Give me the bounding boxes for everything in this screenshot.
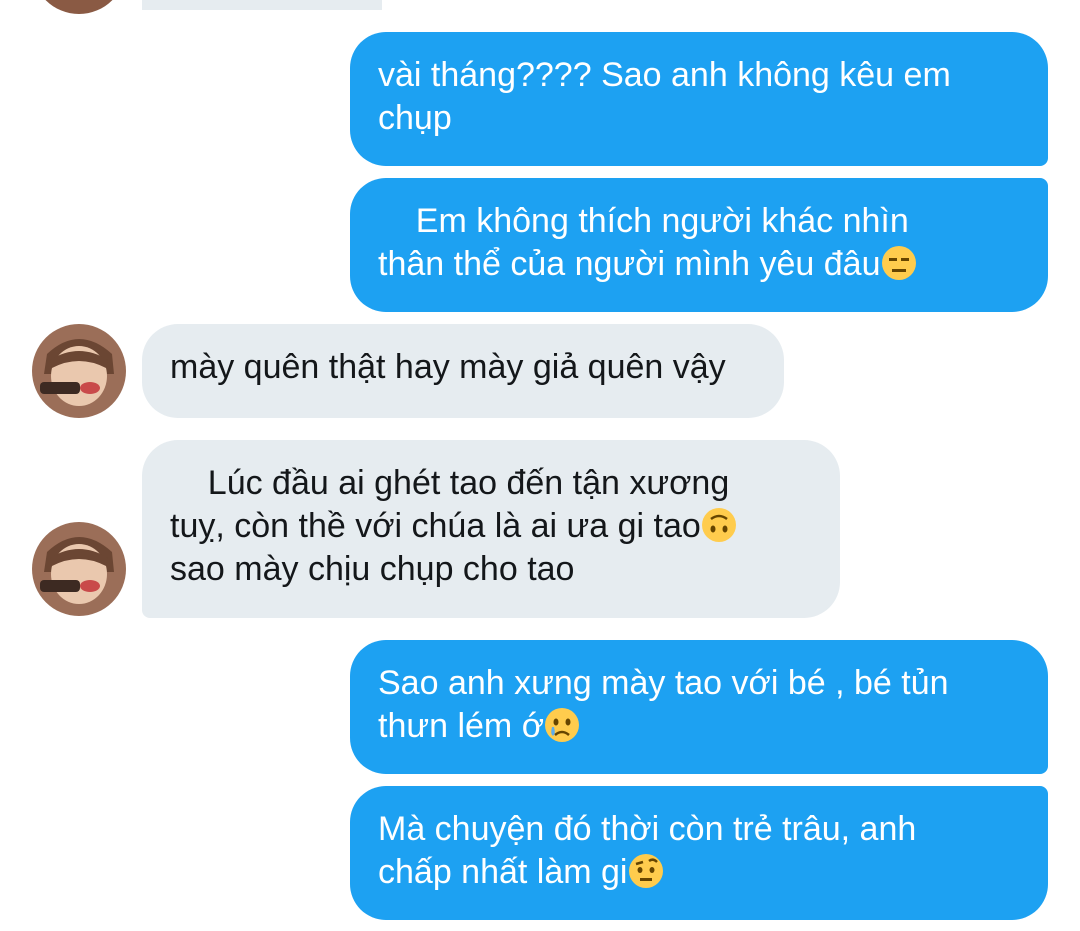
message-text-line: thân thể của người mình yêu đâu [378,243,1020,286]
avatar[interactable] [32,522,126,616]
message-text-line: chấp nhất làm gi [378,851,1020,894]
message-text: Sao anh xưng mày tao với bé , bé tủn [378,664,949,702]
message-text: Em không thích người khác nhìn [378,202,909,240]
message-text-line: tuỵ, còn thề với chúa là ai ưa gi tao [170,505,812,548]
message-bubble-incoming[interactable] [142,0,382,10]
avatar[interactable] [32,324,126,418]
message-text: chụp [378,99,452,137]
message-text-line: thưn lém ớ [378,705,1020,748]
message-text: mày quên thật hay mày giả quên vậy [170,348,726,386]
message-text: vài tháng???? Sao anh không kêu em [378,56,951,94]
upside-down-face-icon [701,508,736,542]
message-bubble-incoming[interactable]: mày quên thật hay mày giả quên vậy [142,324,784,418]
expressionless-face-icon [881,246,916,280]
message-text: Mà chuyện đó thời còn trẻ trâu, anh [378,810,917,848]
crying-face-icon [545,708,579,742]
raised-eyebrow-face-icon [628,854,663,888]
message-bubble-outgoing[interactable]: vài tháng???? Sao anh không kêu em chụp [350,32,1048,166]
message-bubble-outgoing[interactable]: Sao anh xưng mày tao với bé , bé tủn thư… [350,640,1048,774]
message-text: sao mày chịu chụp cho tao [170,550,575,588]
message-bubble-incoming[interactable]: Lúc đầu ai ghét tao đến tận xương tuỵ, c… [142,440,840,618]
message-bubble-outgoing[interactable]: Em không thích người khác nhìn thân thể … [350,178,1048,312]
avatar[interactable] [32,0,126,14]
message-text: Lúc đầu ai ghét tao đến tận xương [170,464,730,502]
message-bubble-outgoing[interactable]: Mà chuyện đó thời còn trẻ trâu, anh chấp… [350,786,1048,920]
